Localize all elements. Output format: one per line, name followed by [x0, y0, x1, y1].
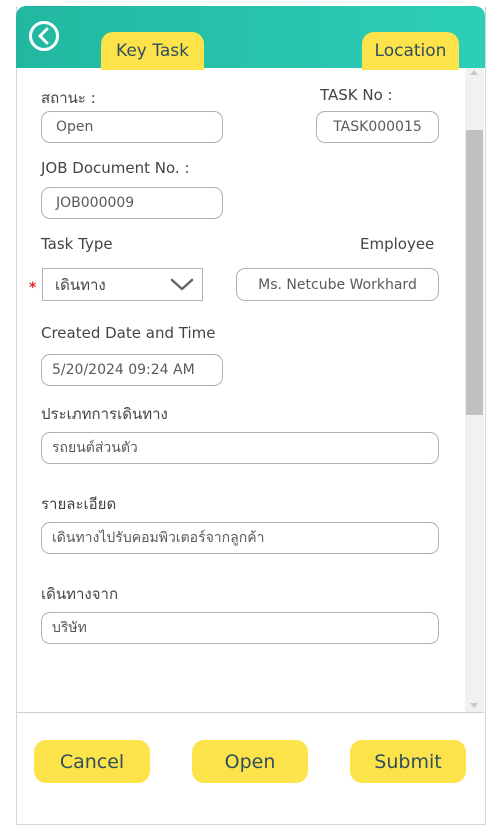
employee-field[interactable]: Ms. Netcube Workhard [236, 268, 439, 301]
task-type-value: เดินทาง [55, 275, 106, 294]
required-marker: * [29, 280, 37, 296]
open-button[interactable]: Open [192, 740, 308, 783]
job-doc-field[interactable]: JOB000009 [41, 187, 223, 219]
scroll-down-arrow[interactable] [470, 703, 478, 708]
travel-from-field[interactable]: บริษัท [41, 612, 439, 644]
created-label: Created Date and Time [41, 324, 216, 342]
created-field[interactable]: 5/20/2024 09:24 AM [41, 354, 223, 386]
cancel-button[interactable]: Cancel [34, 740, 150, 783]
tab-location[interactable]: Location [362, 32, 459, 70]
tab-key-task[interactable]: Key Task [101, 32, 204, 70]
details-field[interactable]: เดินทางไปรับคอมพิวเตอร์จากลูกค้า [41, 522, 439, 554]
employee-label: Employee [360, 235, 435, 253]
back-button[interactable] [29, 21, 59, 51]
job-doc-label: JOB Document No. : [41, 159, 190, 177]
travel-type-field[interactable]: รถยนต์ส่วนตัว [41, 432, 439, 464]
task-no-field[interactable]: TASK000015 [316, 111, 439, 143]
travel-from-label: เดินทางจาก [41, 585, 119, 603]
status-field[interactable]: Open [41, 111, 223, 143]
details-label: รายละเอียด [41, 495, 117, 513]
task-no-label: TASK No : [320, 86, 393, 104]
task-type-select[interactable]: เดินทาง [42, 268, 203, 301]
task-type-label: Task Type [41, 235, 113, 253]
scroll-up-arrow[interactable] [470, 70, 478, 75]
footer-divider [17, 712, 484, 713]
scrollbar-thumb[interactable] [466, 130, 483, 415]
travel-type-label: ประเภทการเดินทาง [41, 405, 168, 423]
submit-button[interactable]: Submit [350, 740, 466, 783]
status-label: สถานะ : [41, 89, 96, 107]
back-circle-icon [38, 27, 49, 45]
chevron-down-icon [170, 278, 194, 291]
